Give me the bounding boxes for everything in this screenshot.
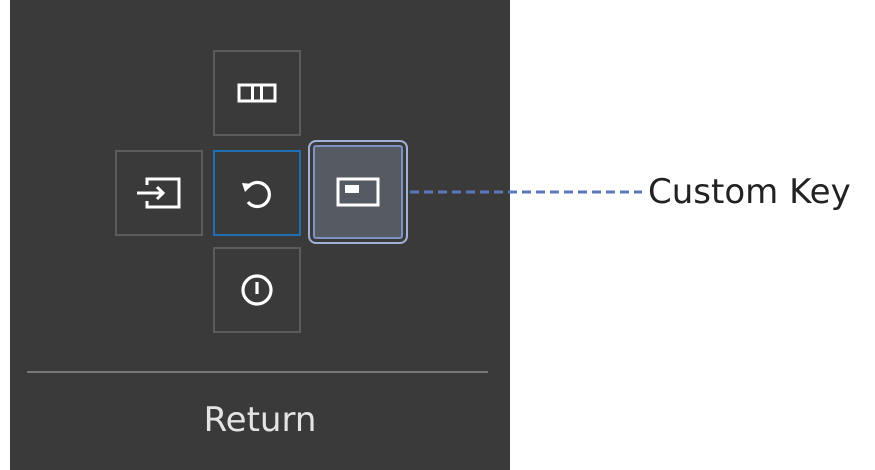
custom-key-callout-label: Custom Key: [648, 172, 851, 212]
divider: [27, 371, 488, 373]
osd-control-panel: Return: [10, 0, 510, 470]
stage: Return Custom Key: [0, 0, 875, 470]
return-button[interactable]: [213, 150, 301, 236]
power-icon: [241, 274, 273, 306]
callout-leader-line: [410, 190, 642, 194]
custom-key-button[interactable]: [308, 140, 408, 244]
picture-mode-icon: [237, 83, 277, 103]
return-label: Return: [203, 400, 317, 440]
picture-mode-button[interactable]: [213, 50, 301, 136]
power-button[interactable]: [213, 247, 301, 333]
source-input-button[interactable]: [115, 150, 203, 236]
return-icon: [242, 180, 271, 209]
custom-key-icon: [336, 177, 380, 207]
source-input-icon: [137, 177, 181, 209]
